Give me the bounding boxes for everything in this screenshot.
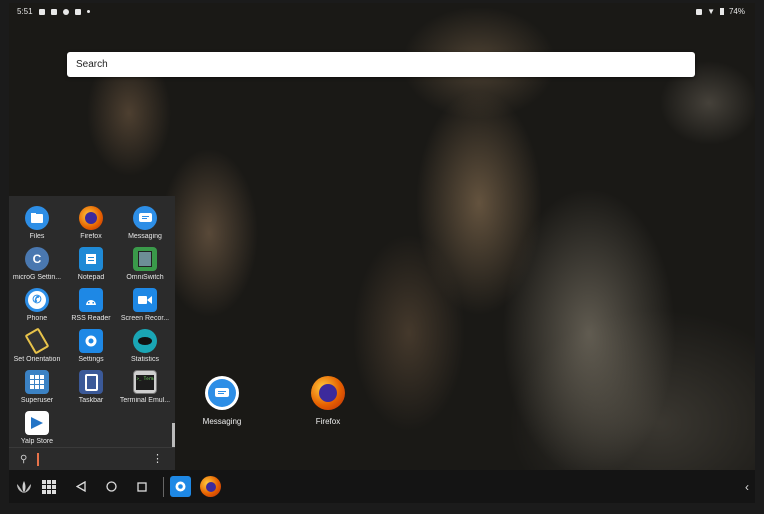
drawer-scrollbar[interactable] xyxy=(172,423,175,447)
desktop-firefox[interactable]: Firefox xyxy=(298,376,358,426)
app-messaging[interactable]: Messaging xyxy=(117,206,173,240)
app-omniswitch[interactable]: OmniSwitch xyxy=(117,247,173,281)
more-options-icon[interactable]: ⋮ xyxy=(152,452,163,465)
video-icon xyxy=(50,8,57,15)
sync-icon xyxy=(62,8,69,15)
files-icon xyxy=(25,206,49,230)
yalp-store-icon xyxy=(25,411,49,435)
app-taskbar[interactable]: Taskbar xyxy=(63,370,119,404)
back-button-icon[interactable] xyxy=(73,470,89,503)
app-phone[interactable]: ✆ Phone xyxy=(9,288,65,322)
desktop-messaging[interactable]: Messaging xyxy=(192,376,252,426)
superuser-icon xyxy=(25,370,49,394)
taskbar-settings[interactable] xyxy=(169,470,192,503)
app-yalp-store[interactable]: Yalp Store xyxy=(9,411,65,445)
app-set-orientation[interactable]: Set Orientation xyxy=(9,327,65,363)
microg-icon: C xyxy=(25,247,49,271)
recents-button-icon[interactable] xyxy=(134,470,150,503)
statistics-icon xyxy=(133,329,157,353)
battery-level: 74% xyxy=(728,7,745,16)
firefox-icon xyxy=(200,476,221,497)
app-microg-settings[interactable]: C microG Settin... xyxy=(9,247,65,281)
firefox-icon xyxy=(79,206,103,230)
search-bar[interactable]: Search xyxy=(67,52,695,77)
more-notifications-icon xyxy=(86,10,90,13)
app-terminal-emulator[interactable]: >_ Term Terminal Emul... xyxy=(117,370,173,404)
app-statistics[interactable]: Statistics xyxy=(117,329,173,363)
app-screen-recorder[interactable]: Screen Recor... xyxy=(117,288,173,322)
app-notepad[interactable]: Notepad xyxy=(63,247,119,281)
app-firefox[interactable]: Firefox xyxy=(63,206,119,240)
app-settings[interactable]: Settings xyxy=(63,329,119,363)
sd-card-icon xyxy=(74,8,81,15)
screen: 5:51 ▼ 74% Search Files Firefox Messagin… xyxy=(9,3,755,503)
search-icon: ⚲ xyxy=(20,454,28,465)
home-button-icon[interactable] xyxy=(103,470,119,503)
notepad-icon xyxy=(79,247,103,271)
rss-reader-icon xyxy=(79,288,103,312)
lotus-start-icon[interactable] xyxy=(13,470,35,503)
taskbar-icon xyxy=(79,370,103,394)
collapse-chevron-icon[interactable]: ‹ xyxy=(741,470,753,503)
battery-icon xyxy=(719,8,724,15)
status-bar: 5:51 ▼ 74% xyxy=(9,3,755,21)
messaging-icon xyxy=(133,206,157,230)
orientation-icon xyxy=(24,327,50,355)
terminal-icon: >_ Term xyxy=(133,370,157,394)
phone-icon: ✆ xyxy=(25,288,49,312)
wifi-icon: ▼ xyxy=(707,7,715,16)
taskbar-divider xyxy=(163,477,164,497)
app-files[interactable]: Files xyxy=(9,206,65,240)
messaging-icon xyxy=(205,376,239,410)
screenshot-icon xyxy=(696,8,703,15)
settings-icon xyxy=(79,329,103,353)
search-label: Search xyxy=(76,59,108,70)
notification-icon xyxy=(38,8,45,15)
app-drawer: Files Firefox Messaging C microG Settin.… xyxy=(9,196,175,471)
settings-icon xyxy=(170,476,191,497)
app-superuser[interactable]: Superuser xyxy=(9,370,65,404)
app-rss-reader[interactable]: RSS Reader xyxy=(63,288,119,322)
drawer-search-bar[interactable]: ⚲ ⋮ xyxy=(9,447,175,471)
taskbar-firefox[interactable] xyxy=(199,470,222,503)
taskbar: ‹ xyxy=(9,470,755,503)
status-time: 5:51 xyxy=(17,7,33,16)
omniswitch-icon xyxy=(133,247,157,271)
firefox-icon xyxy=(311,376,345,410)
app-grid-icon[interactable] xyxy=(40,470,58,503)
screen-recorder-icon xyxy=(133,288,157,312)
text-cursor xyxy=(37,453,39,466)
